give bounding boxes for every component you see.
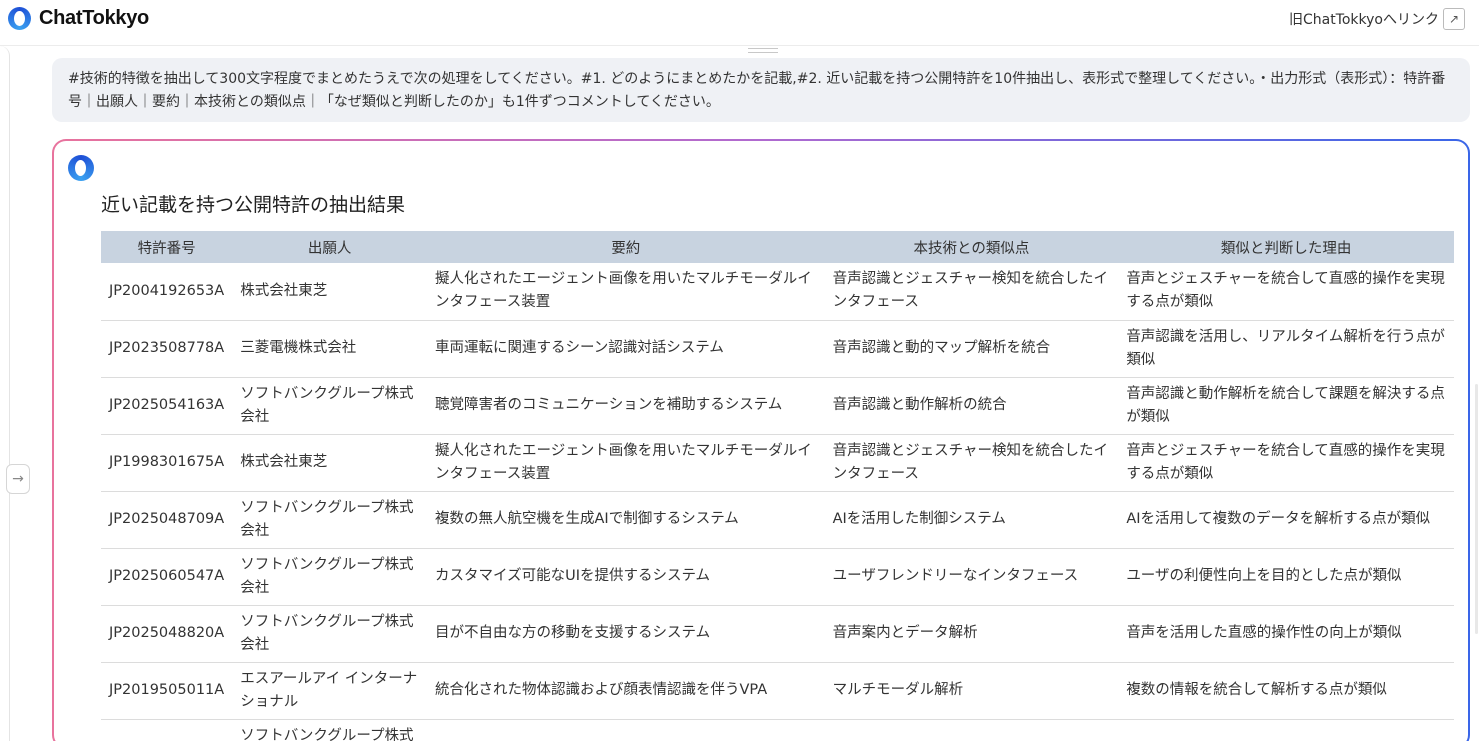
old-version-link[interactable]: 旧ChatTokkyoへリンク ↗ [1289, 8, 1465, 30]
table-row: JP2019505011A エスアールアイ インターナショナル 統合化された物体認識… [101, 662, 1454, 720]
left-sidebar-rail [0, 46, 10, 741]
reason-cell: 音声とジェスチャーを統合して直感的操作を実現する点が類似 [1118, 434, 1454, 492]
summary-cell: 目が不自由な方の移動を支援するシステム [427, 605, 825, 663]
patent-number-cell [101, 719, 233, 741]
reason-cell: 音声を活用した直感的操作性の向上が類似 [1118, 605, 1454, 663]
table-row: JP1998301675A 株式会社東芝 擬人化されたエージェント画像を用いたマルチ… [101, 434, 1454, 492]
applicant-cell: 三菱電機株式会社 [232, 320, 428, 378]
assistant-avatar-icon [68, 155, 94, 181]
table-row: JP2025048820A ソフトバンクグループ株式会社 目が不自由な方の移動を支援… [101, 605, 1454, 663]
patent-number-cell: JP2025060547A [101, 548, 233, 606]
logo-text: ChatTokkyo [39, 7, 149, 29]
external-link-icon: ↗ [1443, 8, 1465, 30]
applicant-cell: 株式会社東芝 [232, 263, 428, 321]
patent-number-cell: JP2004192653A [101, 263, 233, 321]
reason-cell: 音声認識と動作解析を統合して課題を解決する点が類似 [1118, 377, 1454, 435]
reason-cell: 音声認識を活用し、リアルタイム解析を行う点が類似 [1118, 320, 1454, 378]
patent-number-cell: JP2023508778A [101, 320, 233, 378]
table-header-row: 特許番号 出願人 要約 本技術との類似点 類似と判断した理由 [101, 231, 1454, 263]
top-bar: ChatTokkyo 旧ChatTokkyoへリンク ↗ [0, 0, 1479, 46]
reason-cell: AIを活用して複数のデータを解析する点が類似 [1118, 491, 1454, 549]
logo-icon [8, 7, 31, 30]
assistant-answer-card: 近い記載を持つ公開特許の抽出結果 特許番号 出願人 要約 本技術との類似点 類似… [52, 139, 1470, 741]
answer-title: 近い記載を持つ公開特許の抽出結果 [101, 194, 406, 216]
app-logo[interactable]: ChatTokkyo [8, 7, 149, 30]
table-row: ソフトバンクグループ株式会社 [101, 719, 1454, 741]
similarity-cell: AIを活用した制御システム [824, 491, 1119, 549]
applicant-cell: ソフトバンクグループ株式会社 [232, 377, 428, 435]
patent-number-cell: JP2025048820A [101, 605, 233, 663]
summary-cell: 擬人化されたエージェント画像を用いたマルチモーダルインタフェース装置 [427, 434, 825, 492]
applicant-cell: ソフトバンクグループ株式会社 [232, 719, 428, 741]
similarity-cell: 音声認識と動的マップ解析を統合 [824, 320, 1119, 378]
old-link-label: 旧ChatTokkyoへリンク [1288, 12, 1439, 28]
summary-cell: 聴覚障害者のコミュニケーションを補助するシステム [427, 377, 825, 435]
table-row: JP2025048709A ソフトバンクグループ株式会社 複数の無人航空機を生成AI… [101, 491, 1454, 549]
similarity-cell: 音声認識とジェスチャー検知を統合したインタフェース [824, 434, 1119, 492]
similarity-cell [824, 719, 1119, 741]
reason-cell: 音声とジェスチャーを統合して直感的操作を実現する点が類似 [1118, 263, 1454, 321]
patent-number-cell: JP2025054163A [101, 377, 233, 435]
header-reason: 類似と判断した理由 [1118, 231, 1454, 263]
reason-cell: ユーザの利便性向上を目的とした点が類似 [1118, 548, 1454, 606]
table-row: JP2025060547A ソフトバンクグループ株式会社 カスタマイズ可能なUIを提… [101, 548, 1454, 606]
patent-number-cell: JP1998301675A [101, 434, 233, 492]
summary-cell: 複数の無人航空機を生成AIで制御するシステム [427, 491, 825, 549]
similarity-cell: ユーザフレンドリーなインタフェース [824, 548, 1119, 606]
patent-number-cell: JP2025048709A [101, 491, 233, 549]
patent-number-cell: JP2019505011A [101, 662, 233, 720]
user-prompt-text: #技術的特徴を抽出して300文字程度でまとめたうえで次の処理をしてください。#1… [68, 71, 1446, 110]
header-summary: 要約 [427, 231, 825, 263]
table-row: JP2025054163A ソフトバンクグループ株式会社 聴覚障害者のコミュニケーシ… [101, 377, 1454, 435]
similarity-cell: 音声認識とジェスチャー検知を統合したインタフェース [824, 263, 1119, 321]
similarity-cell: マルチモーダル解析 [824, 662, 1119, 720]
similarity-cell: 音声認識と動作解析の統合 [824, 377, 1119, 435]
patent-table: 特許番号 出願人 要約 本技術との類似点 類似と判断した理由 JP2004192… [101, 231, 1454, 741]
applicant-cell: 株式会社東芝 [232, 434, 428, 492]
applicant-cell: エスアールアイ インターナショナル [232, 662, 428, 720]
reason-cell: 複数の情報を統合して解析する点が類似 [1118, 662, 1454, 720]
reason-cell [1118, 719, 1454, 741]
applicant-cell: ソフトバンクグループ株式会社 [232, 548, 428, 606]
applicant-cell: ソフトバンクグループ株式会社 [232, 605, 428, 663]
header-similarity: 本技術との類似点 [824, 231, 1119, 263]
table-row: JP2023508778A 三菱電機株式会社 車両運転に関連するシーン認識対話システ… [101, 320, 1454, 378]
header-patent-number: 特許番号 [101, 231, 233, 263]
applicant-cell: ソフトバンクグループ株式会社 [232, 491, 428, 549]
table-row: JP2004192653A 株式会社東芝 擬人化されたエージェント画像を用いたマルチ… [101, 263, 1454, 321]
summary-cell: 統合化された物体認識および顔表情認識を伴うVPA [427, 662, 825, 720]
summary-cell: カスタマイズ可能なUIを提供するシステム [427, 548, 825, 606]
summary-cell [427, 719, 825, 741]
expand-sidebar-button[interactable]: → [6, 464, 30, 494]
header-applicant: 出願人 [232, 231, 428, 263]
summary-cell: 擬人化されたエージェント画像を用いたマルチモーダルインタフェース装置 [427, 263, 825, 321]
arrow-right-icon: → [12, 471, 24, 487]
user-prompt-message: #技術的特徴を抽出して300文字程度でまとめたうえで次の処理をしてください。#1… [52, 58, 1470, 122]
resize-handle[interactable] [748, 48, 778, 53]
summary-cell: 車両運転に関連するシーン認識対話システム [427, 320, 825, 378]
similarity-cell: 音声案内とデータ解析 [824, 605, 1119, 663]
scrollbar[interactable] [1475, 384, 1478, 634]
